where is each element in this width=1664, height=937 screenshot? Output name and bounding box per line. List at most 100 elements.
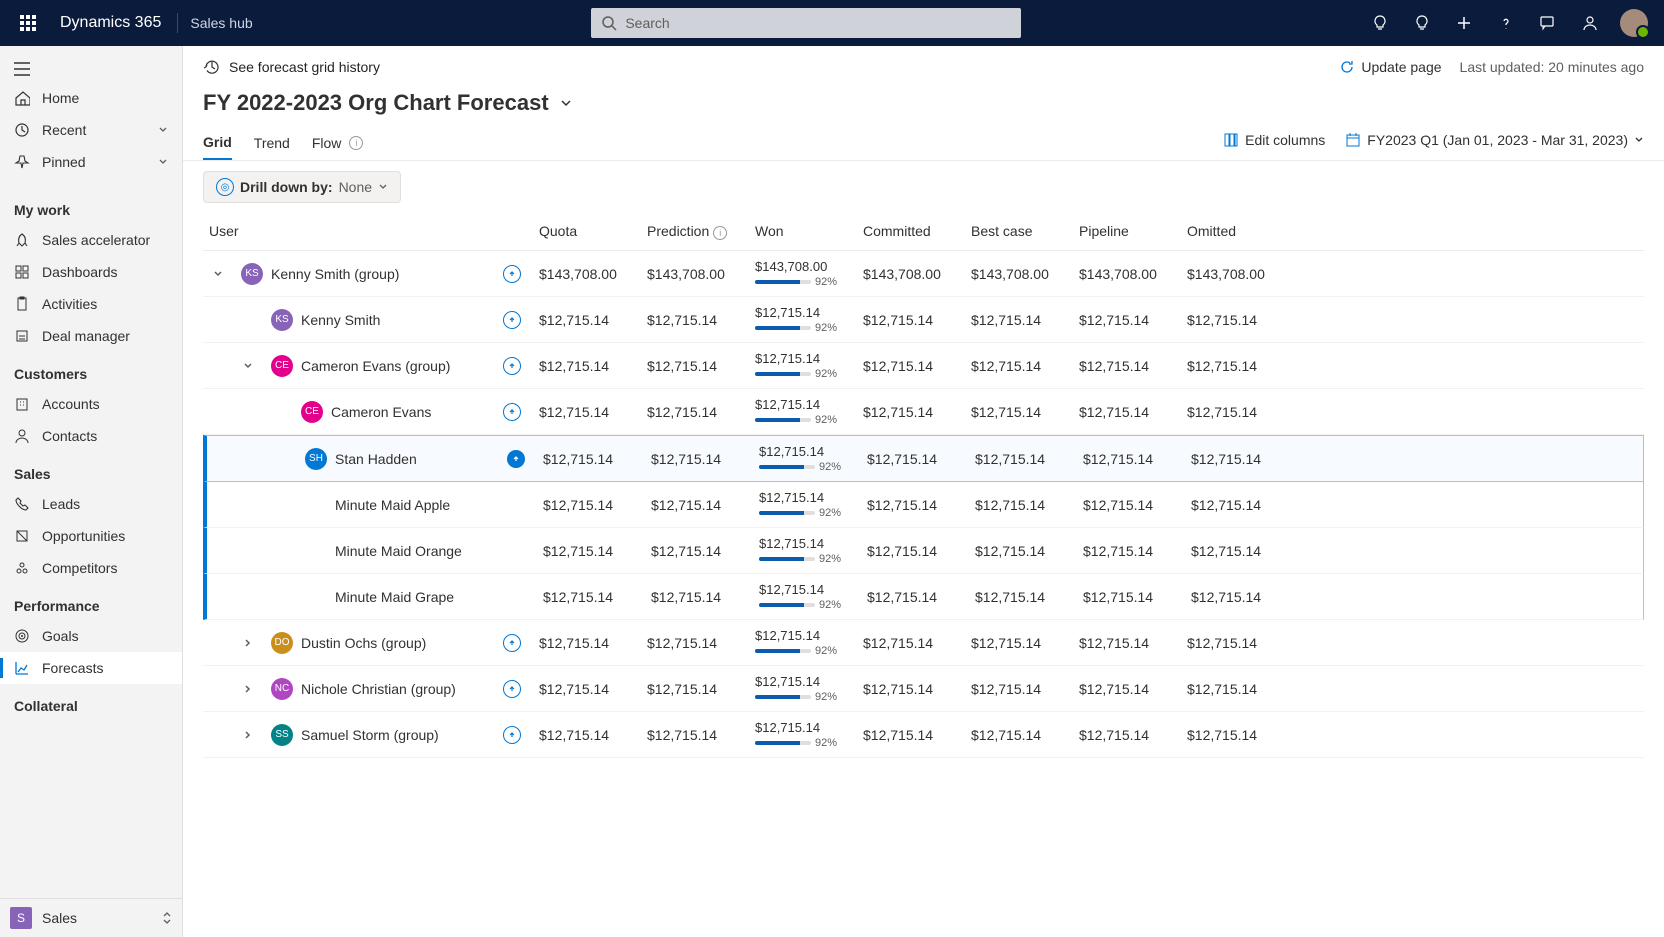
expand-toggle[interactable] xyxy=(243,684,263,694)
cell-prediction: $12,715.14 xyxy=(647,727,755,743)
cell-quota: $12,715.14 xyxy=(539,312,647,328)
columns-icon xyxy=(1223,132,1239,148)
cell-won: $12,715.1492% xyxy=(755,628,863,657)
col-committed[interactable]: Committed xyxy=(863,223,971,240)
sidebar-item-activities[interactable]: Activities xyxy=(0,288,182,320)
table-row[interactable]: SHStan Hadden$12,715.14$12,715.14$12,715… xyxy=(203,435,1644,482)
cell-bestcase: $12,715.14 xyxy=(975,497,1083,513)
table-row[interactable]: NCNichole Christian (group)$12,715.14$12… xyxy=(203,666,1644,712)
help-icon[interactable] xyxy=(1486,0,1526,46)
chat-icon[interactable] xyxy=(1528,0,1568,46)
person-icon[interactable] xyxy=(1570,0,1610,46)
cell-won: $143,708.0092% xyxy=(755,259,863,288)
cell-bestcase: $12,715.14 xyxy=(971,358,1079,374)
table-row[interactable]: Minute Maid Apple$12,715.14$12,715.14$12… xyxy=(203,482,1644,528)
sidebar-item-leads[interactable]: Leads xyxy=(0,488,182,520)
sidebar-item-forecasts[interactable]: Forecasts xyxy=(0,652,182,684)
table-row[interactable]: KSKenny Smith (group)$143,708.00$143,708… xyxy=(203,251,1644,297)
cell-committed: $12,715.14 xyxy=(863,312,971,328)
drilldown-selector[interactable]: ◎ Drill down by: None xyxy=(203,171,401,203)
cell-prediction: $12,715.14 xyxy=(651,497,759,513)
expand-toggle[interactable] xyxy=(243,361,263,371)
history-icon xyxy=(203,58,221,76)
tab-flow[interactable]: Flow i xyxy=(312,127,364,159)
sidebar: HomeRecentPinned My workSales accelerato… xyxy=(0,46,183,937)
history-link[interactable]: See forecast grid history xyxy=(203,58,380,76)
sidebar-item-opportunities[interactable]: Opportunities xyxy=(0,520,182,552)
col-quota[interactable]: Quota xyxy=(539,223,647,240)
sidebar-item-pinned[interactable]: Pinned xyxy=(0,146,182,178)
table-row[interactable]: Minute Maid Grape$12,715.14$12,715.14$12… xyxy=(203,574,1644,620)
tabs: Grid Trend Flow i Edit columns FY2023 Q1… xyxy=(183,120,1664,161)
cell-bestcase: $12,715.14 xyxy=(971,727,1079,743)
expand-toggle[interactable] xyxy=(213,269,233,279)
sidebar-item-competitors[interactable]: Competitors xyxy=(0,552,182,584)
cell-quota: $12,715.14 xyxy=(543,543,651,559)
cell-omitted: $143,708.00 xyxy=(1187,266,1295,282)
avatar: SH xyxy=(305,448,327,470)
area-label: Sales xyxy=(42,910,77,926)
search-input[interactable]: Search xyxy=(591,8,1021,38)
sidebar-item-dashboards[interactable]: Dashboards xyxy=(0,256,182,288)
tab-trend[interactable]: Trend xyxy=(254,127,290,159)
avatar: KS xyxy=(241,263,263,285)
plus-icon[interactable] xyxy=(1444,0,1484,46)
expand-toggle[interactable] xyxy=(243,638,263,648)
cell-quota: $12,715.14 xyxy=(539,404,647,420)
user-avatar[interactable] xyxy=(1620,9,1648,37)
period-selector[interactable]: FY2023 Q1 (Jan 01, 2023 - Mar 31, 2023) xyxy=(1345,132,1644,148)
sidebar-item-home[interactable]: Home xyxy=(0,82,182,114)
table-row[interactable]: CECameron Evans$12,715.14$12,715.14$12,7… xyxy=(203,389,1644,435)
row-name: Minute Maid Apple xyxy=(335,497,450,513)
chevron-down-icon xyxy=(1634,135,1644,145)
sidebar-item-deal-manager[interactable]: Deal manager xyxy=(0,320,182,352)
info-icon: i xyxy=(349,136,363,150)
sidebar-item-goals[interactable]: Goals xyxy=(0,620,182,652)
table-row[interactable]: KSKenny Smith$12,715.14$12,715.14$12,715… xyxy=(203,297,1644,343)
cell-committed: $12,715.14 xyxy=(867,497,975,513)
update-page-button[interactable]: Update page xyxy=(1339,59,1441,75)
cell-committed: $12,715.14 xyxy=(867,451,975,467)
cell-bestcase: $12,715.14 xyxy=(975,589,1083,605)
table-row[interactable]: SSSamuel Storm (group)$12,715.14$12,715.… xyxy=(203,712,1644,758)
row-name: Cameron Evans (group) xyxy=(301,358,450,374)
cell-bestcase: $12,715.14 xyxy=(971,635,1079,651)
sidebar-item-sales-accelerator[interactable]: Sales accelerator xyxy=(0,224,182,256)
page-title[interactable]: FY 2022-2023 Org Chart Forecast xyxy=(183,82,1664,120)
table-row[interactable]: DODustin Ochs (group)$12,715.14$12,715.1… xyxy=(203,620,1644,666)
table-row[interactable]: CECameron Evans (group)$12,715.14$12,715… xyxy=(203,343,1644,389)
cell-pipeline: $12,715.14 xyxy=(1083,543,1191,559)
table-row[interactable]: Minute Maid Orange$12,715.14$12,715.14$1… xyxy=(203,528,1644,574)
sidebar-item-contacts[interactable]: Contacts xyxy=(0,420,182,452)
sidebar-item-accounts[interactable]: Accounts xyxy=(0,388,182,420)
sidebar-item-recent[interactable]: Recent xyxy=(0,114,182,146)
avatar: CE xyxy=(301,401,323,423)
col-user[interactable]: User xyxy=(203,223,503,240)
col-omitted[interactable]: Omitted xyxy=(1187,223,1295,240)
cell-quota: $143,708.00 xyxy=(539,266,647,282)
cell-pipeline: $12,715.14 xyxy=(1083,451,1191,467)
cell-won: $12,715.1492% xyxy=(755,305,863,334)
lightbulb-icon[interactable] xyxy=(1360,0,1400,46)
app-launcher-icon[interactable] xyxy=(8,0,48,46)
clip-icon xyxy=(14,296,30,312)
global-header: Dynamics 365 Sales hub Search xyxy=(0,0,1664,46)
hamburger-icon[interactable] xyxy=(0,56,182,82)
cell-omitted: $12,715.14 xyxy=(1187,727,1295,743)
last-updated-text: Last updated: 20 minutes ago xyxy=(1460,59,1644,75)
cell-omitted: $12,715.14 xyxy=(1187,404,1295,420)
area-switcher[interactable]: S Sales xyxy=(0,898,182,937)
tab-grid[interactable]: Grid xyxy=(203,126,232,160)
expand-toggle[interactable] xyxy=(243,730,263,740)
cell-pipeline: $12,715.14 xyxy=(1079,404,1187,420)
sidebar-group-performance: Performance xyxy=(0,584,182,620)
col-bestcase[interactable]: Best case xyxy=(971,223,1079,240)
cell-bestcase: $12,715.14 xyxy=(971,681,1079,697)
edit-columns-button[interactable]: Edit columns xyxy=(1223,132,1325,148)
col-pipeline[interactable]: Pipeline xyxy=(1079,223,1187,240)
avatar: DO xyxy=(271,632,293,654)
assistant-icon[interactable] xyxy=(1402,0,1442,46)
info-icon: i xyxy=(713,226,727,240)
col-won[interactable]: Won xyxy=(755,223,863,240)
col-prediction[interactable]: Predictioni xyxy=(647,223,755,240)
